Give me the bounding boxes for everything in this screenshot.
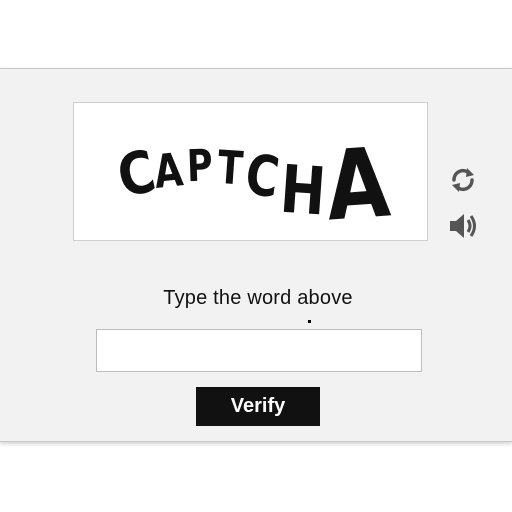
captcha-image: C A P T C H A	[73, 102, 428, 241]
captcha-answer-input[interactable]	[96, 329, 422, 372]
speaker-audio-icon	[450, 214, 476, 238]
captcha-word-graphic: C A P T C H A	[112, 127, 394, 241]
verify-button[interactable]: Verify	[196, 387, 320, 426]
captcha-letter-2: A	[151, 142, 186, 199]
audio-button[interactable]	[446, 209, 480, 243]
captcha-prompt: Type the word above	[163, 287, 353, 309]
captcha-letter-3: P	[186, 141, 214, 193]
stray-dot	[308, 320, 311, 323]
refresh-icon	[452, 168, 474, 192]
captcha-letter-5: C	[242, 141, 284, 210]
captcha-letter-4: T	[216, 140, 245, 196]
captcha-letter-6: H	[278, 152, 329, 232]
refresh-button[interactable]	[446, 163, 480, 197]
captcha-letter-7: A	[323, 127, 394, 241]
captcha-panel: C A P T C H A Type the word above Verify	[0, 68, 512, 442]
